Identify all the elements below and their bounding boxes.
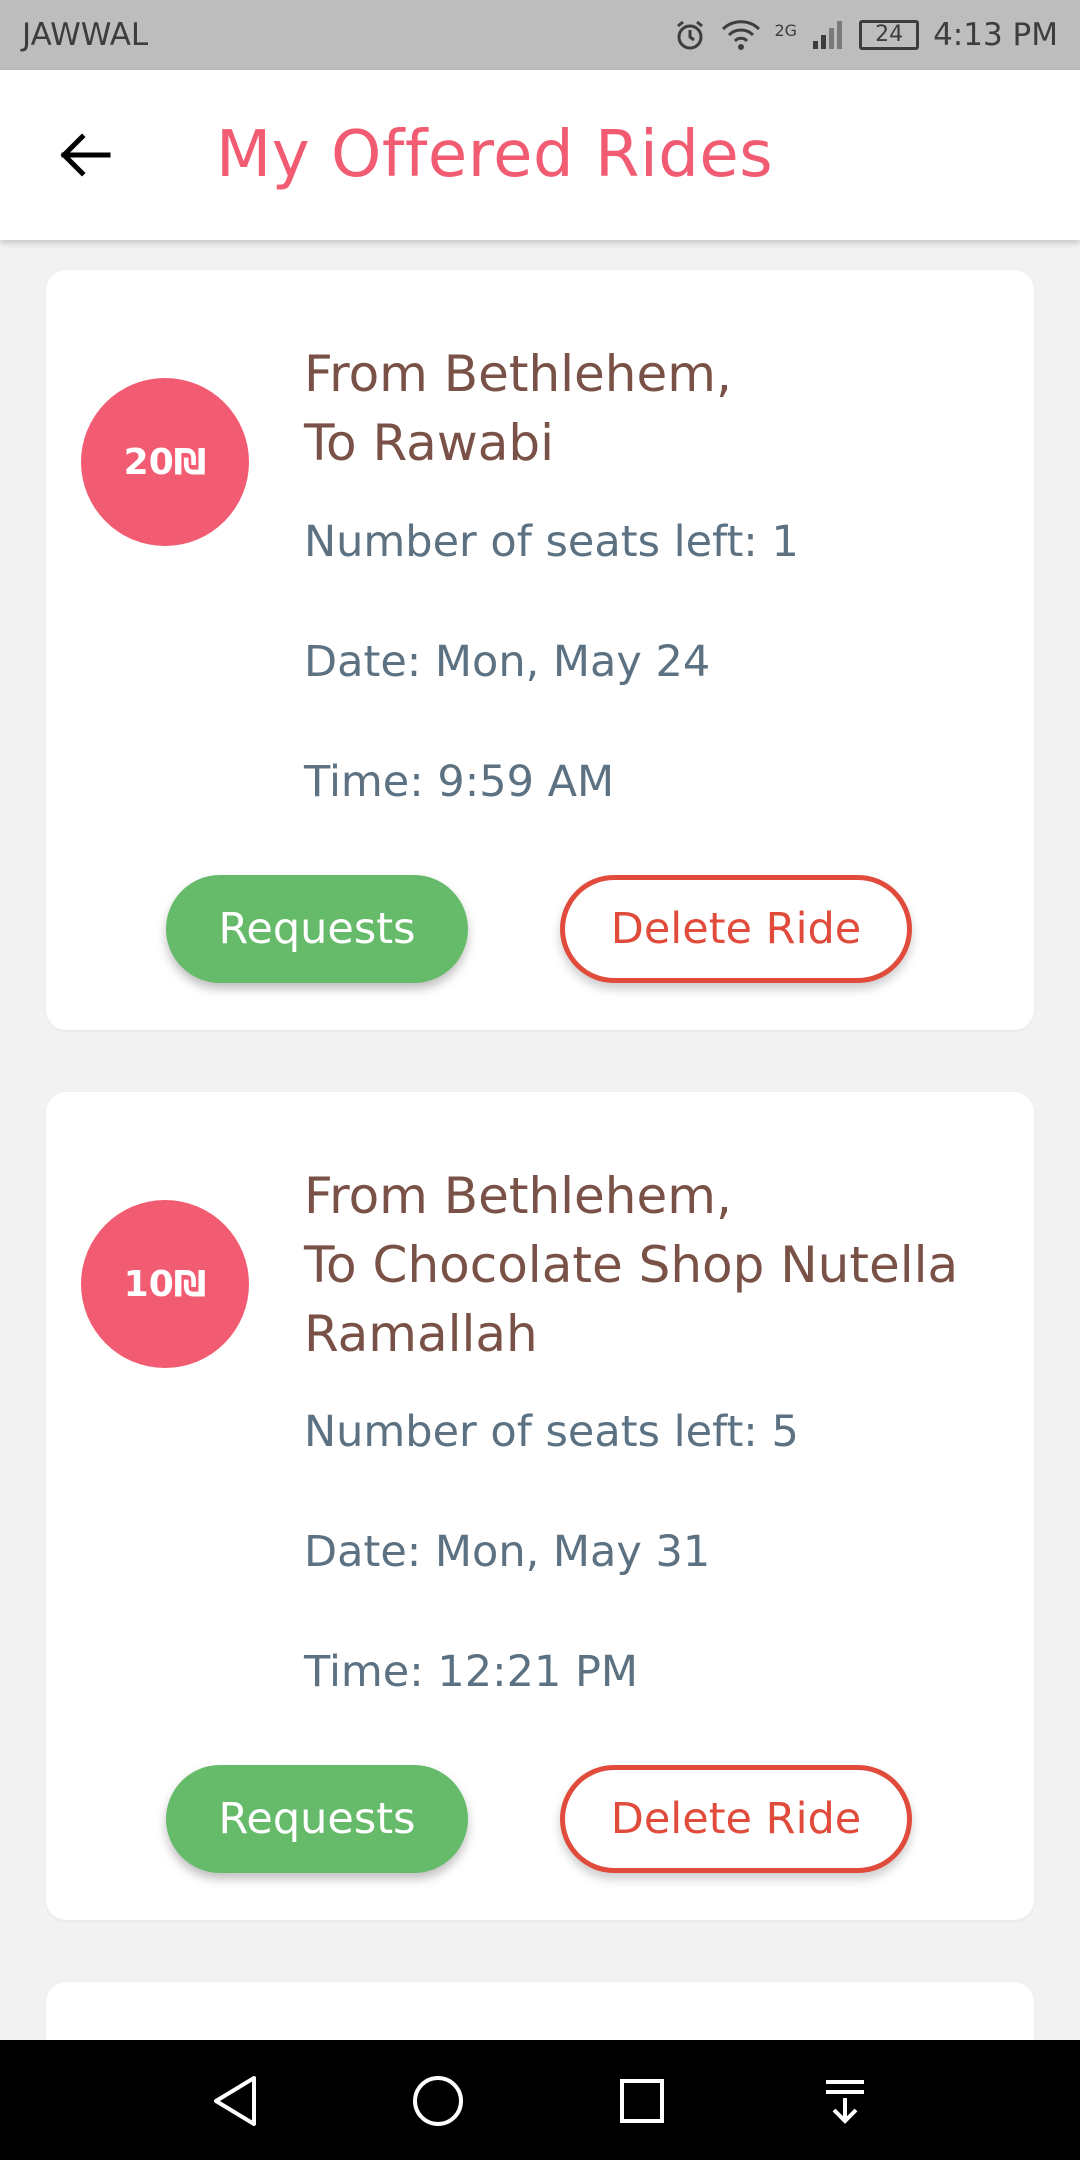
page-title: My Offered Rides: [216, 118, 774, 192]
rides-list[interactable]: 20₪ From Bethlehem, To Rawabi Number of …: [0, 240, 1080, 2040]
delete-ride-button[interactable]: Delete Ride: [560, 875, 912, 983]
ride-date: Date: Mon, May 24: [304, 637, 711, 687]
battery-level: 24: [875, 22, 904, 47]
arrow-left-icon: [60, 133, 111, 177]
status-bar: JAWWAL 2G 24 4:13 PM: [0, 0, 1080, 70]
wifi-icon: [721, 19, 761, 51]
nav-notifications-button[interactable]: [810, 2066, 880, 2136]
route-from: From Bethlehem,: [304, 345, 732, 403]
clock: 4:13 PM: [933, 17, 1058, 53]
ride-time: Time: 9:59 AM: [304, 757, 615, 807]
route-to: To Chocolate Shop Nutella Ramallah: [304, 1236, 959, 1363]
delete-ride-button[interactable]: Delete Ride: [560, 1765, 912, 1873]
price-badge: 10₪: [81, 1200, 249, 1368]
home-circle-icon: [413, 2076, 463, 2126]
ride-card: [46, 1982, 1034, 2040]
signal-icon: [811, 19, 845, 51]
nav-back-button[interactable]: [200, 2066, 270, 2136]
price-badge: 20₪: [81, 378, 249, 546]
system-nav-bar: [0, 2040, 1080, 2160]
nav-home-button[interactable]: [403, 2066, 473, 2136]
recents-square-icon: [620, 2079, 664, 2123]
seats-left: Number of seats left: 5: [304, 1407, 799, 1457]
ride-route: From Bethlehem, To Rawabi: [304, 340, 1004, 478]
requests-button[interactable]: Requests: [166, 1765, 468, 1873]
back-button[interactable]: [48, 119, 120, 191]
notification-pull-icon: [826, 2080, 864, 2124]
ride-time: Time: 12:21 PM: [304, 1647, 639, 1697]
ride-card: 10₪ From Bethlehem, To Chocolate Shop Nu…: [46, 1092, 1034, 1920]
battery-icon: 24: [859, 20, 920, 50]
ride-date: Date: Mon, May 31: [304, 1527, 711, 1577]
requests-button[interactable]: Requests: [166, 875, 468, 983]
ride-route: From Bethlehem, To Chocolate Shop Nutell…: [304, 1162, 1004, 1369]
back-triangle-icon: [214, 2076, 256, 2126]
carrier-name: JAWWAL: [22, 17, 149, 53]
route-to: To Rawabi: [304, 414, 554, 472]
app-bar: My Offered Rides: [0, 70, 1080, 240]
route-from: From Bethlehem,: [304, 1167, 732, 1225]
nav-recents-button[interactable]: [607, 2066, 677, 2136]
ride-card: 20₪ From Bethlehem, To Rawabi Number of …: [46, 270, 1034, 1030]
seats-left: Number of seats left: 1: [304, 517, 799, 567]
alarm-icon: [673, 18, 707, 52]
status-icons: 2G 24 4:13 PM: [673, 17, 1058, 53]
network-type-label: 2G: [774, 21, 798, 40]
